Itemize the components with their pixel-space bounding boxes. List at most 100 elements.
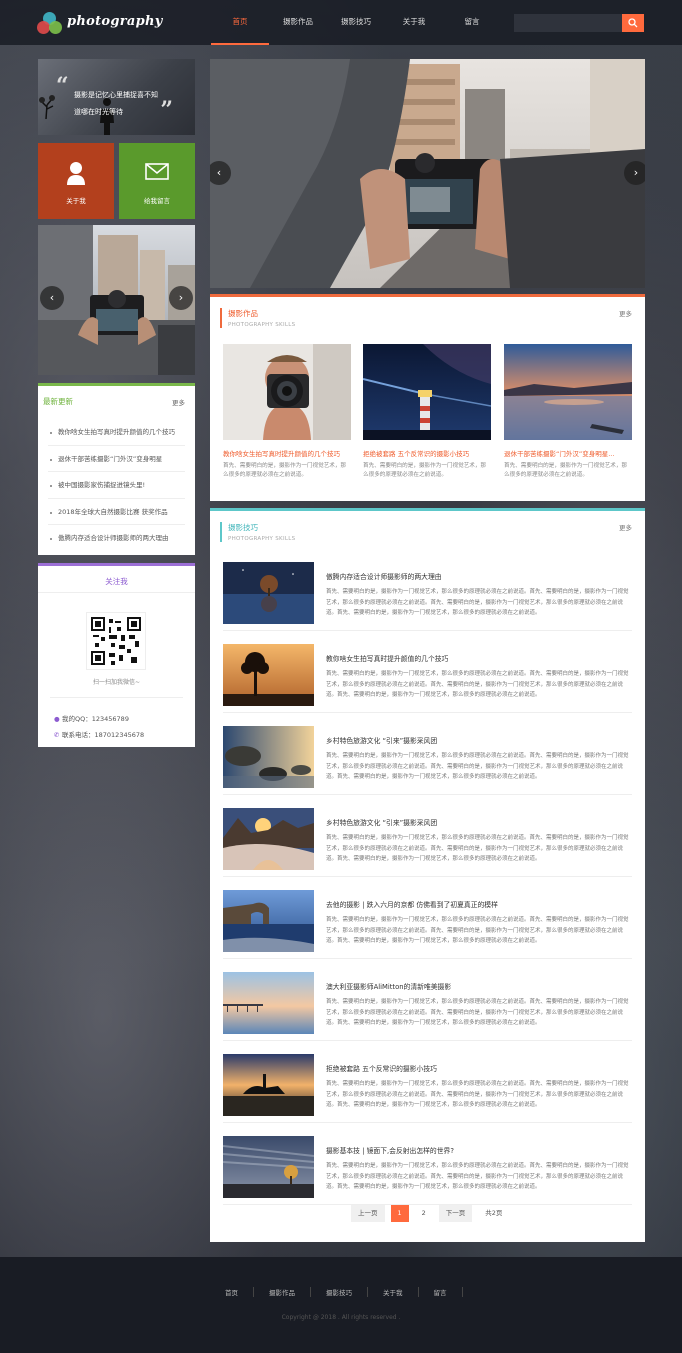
qq-text: 我的QQ：123456789 xyxy=(62,715,129,723)
work-card[interactable]: 教你啥女生拍写真时提升颜值的几个技巧 首先、需要明白的是，摄影作为一门视觉艺术，… xyxy=(223,344,351,480)
list-item[interactable]: 2018年全球大自然摄影比赛 获奖作品 xyxy=(48,499,185,525)
main-nav: 首页 摄影作品 摄影技巧 关于我 留言 xyxy=(211,0,501,45)
footer-nav: 首页 摄影作品 摄影技巧 关于我 留言 xyxy=(210,1287,463,1297)
list-item[interactable]: 退休干部苦练摄影“门外汉”变身明星 xyxy=(48,446,185,472)
work-card-desc: 首先、需要明白的是，摄影作为一门视觉艺术，那么很多的原理就必须在之前说道。 xyxy=(504,463,628,478)
nav-item-home[interactable]: 首页 xyxy=(211,0,269,45)
works-grid: 教你啥女生拍写真时提升颜值的几个技巧 首先、需要明白的是，摄影作为一门视觉艺术，… xyxy=(210,335,645,501)
works-section: 摄影作品 PHOTOGRAPHY SKILLS 更多 教你啥女生拍写真时提升颜值… xyxy=(210,294,645,501)
chevron-left-icon: ‹ xyxy=(216,166,222,179)
copyright: Copyright @ 2018 . All rights reserved . xyxy=(281,1314,401,1321)
latest-title: 最新更新 xyxy=(43,397,73,406)
nav-item-skills[interactable]: 摄影技巧 xyxy=(327,0,385,45)
latest-more-link[interactable]: 更多 xyxy=(172,397,185,407)
article-title[interactable]: 乡村特色旅游文化 “引来”摄影采风团 xyxy=(326,817,437,827)
side-prev-button[interactable]: ‹ xyxy=(40,286,64,310)
work-card-title[interactable]: 退休干部苦练摄影“门外汉”变身明星... xyxy=(504,448,632,458)
work-card-image xyxy=(363,344,491,440)
article-thumbnail xyxy=(223,726,314,788)
quote-line-2: 道哪在时光等待 xyxy=(74,108,123,116)
side-photo-slider: ‹ › xyxy=(38,225,195,375)
footer-link-works[interactable]: 摄影作品 xyxy=(254,1287,311,1297)
footer: 首页 摄影作品 摄影技巧 关于我 留言 Copyright @ 2018 . A… xyxy=(0,1257,682,1353)
page-button-1[interactable]: 1 xyxy=(390,1205,409,1222)
nav-item-about[interactable]: 关于我 xyxy=(385,0,443,45)
chevron-right-icon: › xyxy=(178,291,184,304)
close-quote-icon: ” xyxy=(160,97,173,123)
skills-title: 摄影技巧 xyxy=(228,523,258,532)
footer-link-home[interactable]: 首页 xyxy=(210,1287,254,1297)
article-item[interactable]: 乡村特色旅游文化 “引来”摄影采风团 首先、需要明白的是，摄影作为一门视觉艺术，… xyxy=(223,795,632,877)
article-title[interactable]: 去他的摄影 | 跌入六月的京都 仿佛看到了初夏真正的模样 xyxy=(326,899,498,909)
article-title[interactable]: 傲腾内存适合设计师摄影师的两大理由 xyxy=(326,571,442,581)
contact-qq: ● 我的QQ：123456789 xyxy=(54,713,129,723)
work-card-title[interactable]: 教你啥女生拍写真时提升颜值的几个技巧 xyxy=(223,448,351,458)
article-desc: 首先、需要明白的是，摄影作为一门视觉艺术，那么很多的原理就必须在之前说道。首先、… xyxy=(326,917,629,944)
article-item[interactable]: 拒绝被套路 五个反常识的摄影小技巧 首先、需要明白的是，摄影作为一门视觉艺术，那… xyxy=(223,1041,632,1123)
message-tile[interactable]: 给我留言 xyxy=(119,143,195,219)
section-bar xyxy=(220,522,222,542)
list-item[interactable]: 被中国摄影家伤捕捉进镜头里! xyxy=(48,472,185,499)
skills-header: 摄影技巧 PHOTOGRAPHY SKILLS 更多 xyxy=(210,511,645,547)
about-tile[interactable]: 关于我 xyxy=(38,143,114,219)
list-item[interactable]: 傲腾内存适合设计师摄影师的两大理由 xyxy=(48,525,185,552)
article-desc: 首先、需要明白的是，摄影作为一门视觉艺术，那么很多的原理就必须在之前说道。首先、… xyxy=(326,1163,629,1190)
next-page-button[interactable]: 下一页 xyxy=(438,1205,473,1222)
divider xyxy=(50,697,183,698)
search-button[interactable] xyxy=(622,14,644,32)
list-item[interactable]: 教你啥女生拍写真时提升颜值的几个技巧 xyxy=(48,419,185,446)
quote-text: 摄影是记忆心里捕捉喜不知 道哪在时光等待 xyxy=(74,87,174,121)
page-total: 共2页 xyxy=(485,1209,503,1217)
follow-panel: 关注我 扫一扫加我微信~ ● 我的QQ：123456789 ✆ 联系电话：18701… xyxy=(38,563,195,747)
prev-page-button[interactable]: 上一页 xyxy=(351,1205,385,1222)
article-desc: 首先、需要明白的是，摄影作为一门视觉艺术，那么很多的原理就必须在之前说道。首先、… xyxy=(326,671,629,698)
latest-updates-panel: 最新更新 更多 教你啥女生拍写真时提升颜值的几个技巧 退休干部苦练摄影“门外汉”… xyxy=(38,383,195,555)
article-item[interactable]: 摄影基本技 | 镜面下,会反射出怎样的世界? 首先、需要明白的是，摄影作为一门视… xyxy=(223,1123,632,1205)
work-card-desc: 首先、需要明白的是，摄影作为一门视觉艺术，那么很多的原理就必须在之前说道。 xyxy=(223,463,347,478)
skills-more-link[interactable]: 更多 xyxy=(619,522,632,532)
article-title[interactable]: 乡村特色旅游文化 “引来”摄影采风团 xyxy=(326,735,437,745)
article-thumbnail xyxy=(223,644,314,706)
open-quote-icon: “ xyxy=(56,73,69,99)
contact-phone: ✆ 联系电话：187012345678 xyxy=(54,729,144,739)
article-item[interactable]: 傲腾内存适合设计师摄影师的两大理由 首先、需要明白的是，摄影作为一门视觉艺术，那… xyxy=(223,549,632,631)
article-title[interactable]: 澳大利亚摄影师AliMitton的清新唯美摄影 xyxy=(326,981,451,991)
article-title[interactable]: 摄影基本技 | 镜面下,会反射出怎样的世界? xyxy=(326,1145,454,1155)
work-card-title[interactable]: 拒绝被套路 五个反常识的摄影小技巧 xyxy=(363,448,491,458)
article-title[interactable]: 拒绝被套路 五个反常识的摄影小技巧 xyxy=(326,1063,437,1073)
work-card[interactable]: 拒绝被套路 五个反常识的摄影小技巧 首先、需要明白的是，摄影作为一门视觉艺术，那… xyxy=(363,344,491,480)
search-input[interactable] xyxy=(514,14,622,32)
chevron-right-icon: › xyxy=(633,166,639,179)
phone-text: 联系电话：187012345678 xyxy=(62,731,145,739)
nav-item-works[interactable]: 摄影作品 xyxy=(269,0,327,45)
article-desc: 首先、需要明白的是，摄影作为一门视觉艺术，那么很多的原理就必须在之前说道。首先、… xyxy=(326,835,629,862)
logo-text: photography xyxy=(67,14,163,29)
skills-subtitle: PHOTOGRAPHY SKILLS xyxy=(228,536,296,542)
logo[interactable]: photography xyxy=(37,10,162,38)
footer-link-message[interactable]: 留言 xyxy=(419,1287,463,1297)
nav-item-message[interactable]: 留言 xyxy=(443,0,501,45)
chevron-left-icon: ‹ xyxy=(49,291,55,304)
article-item[interactable]: 澳大利亚摄影师AliMitton的清新唯美摄影 首先、需要明白的是，摄影作为一门… xyxy=(223,959,632,1041)
side-next-button[interactable]: › xyxy=(169,286,193,310)
works-header: 摄影作品 PHOTOGRAPHY SKILLS 更多 xyxy=(210,297,645,333)
article-item[interactable]: 去他的摄影 | 跌入六月的京都 仿佛看到了初夏真正的模样 首先、需要明白的是，摄… xyxy=(223,877,632,959)
article-item[interactable]: 乡村特色旅游文化 “引来”摄影采风团 首先、需要明白的是，摄影作为一门视觉艺术，… xyxy=(223,713,632,795)
qq-icon: ● xyxy=(54,715,60,723)
article-item[interactable]: 教你啥女生拍写真时提升颜值的几个技巧 首先、需要明白的是，摄影作为一门视觉艺术，… xyxy=(223,631,632,713)
phone-icon: ✆ xyxy=(54,731,60,739)
page-button-2[interactable]: 2 xyxy=(415,1205,433,1222)
work-card-desc: 首先、需要明白的是，摄影作为一门视觉艺术，那么很多的原理就必须在之前说道。 xyxy=(363,463,487,478)
article-title[interactable]: 教你啥女生拍写真时提升颜值的几个技巧 xyxy=(326,653,448,663)
hero-slider: ‹ › xyxy=(210,59,645,288)
footer-link-skills[interactable]: 摄影技巧 xyxy=(311,1287,368,1297)
hero-next-button[interactable]: › xyxy=(624,161,645,185)
about-tile-label: 关于我 xyxy=(66,197,86,205)
article-thumbnail xyxy=(223,972,314,1034)
article-desc: 首先、需要明白的是，摄影作为一门视觉艺术，那么很多的原理就必须在之前说道。首先、… xyxy=(326,999,629,1026)
footer-link-about[interactable]: 关于我 xyxy=(368,1287,419,1297)
works-more-link[interactable]: 更多 xyxy=(619,308,632,318)
work-card[interactable]: 退休干部苦练摄影“门外汉”变身明星... 首先、需要明白的是，摄影作为一门视觉艺… xyxy=(504,344,632,480)
mail-icon xyxy=(145,163,169,180)
pagination: 上一页 1 2 下一页 共2页 xyxy=(351,1205,515,1222)
